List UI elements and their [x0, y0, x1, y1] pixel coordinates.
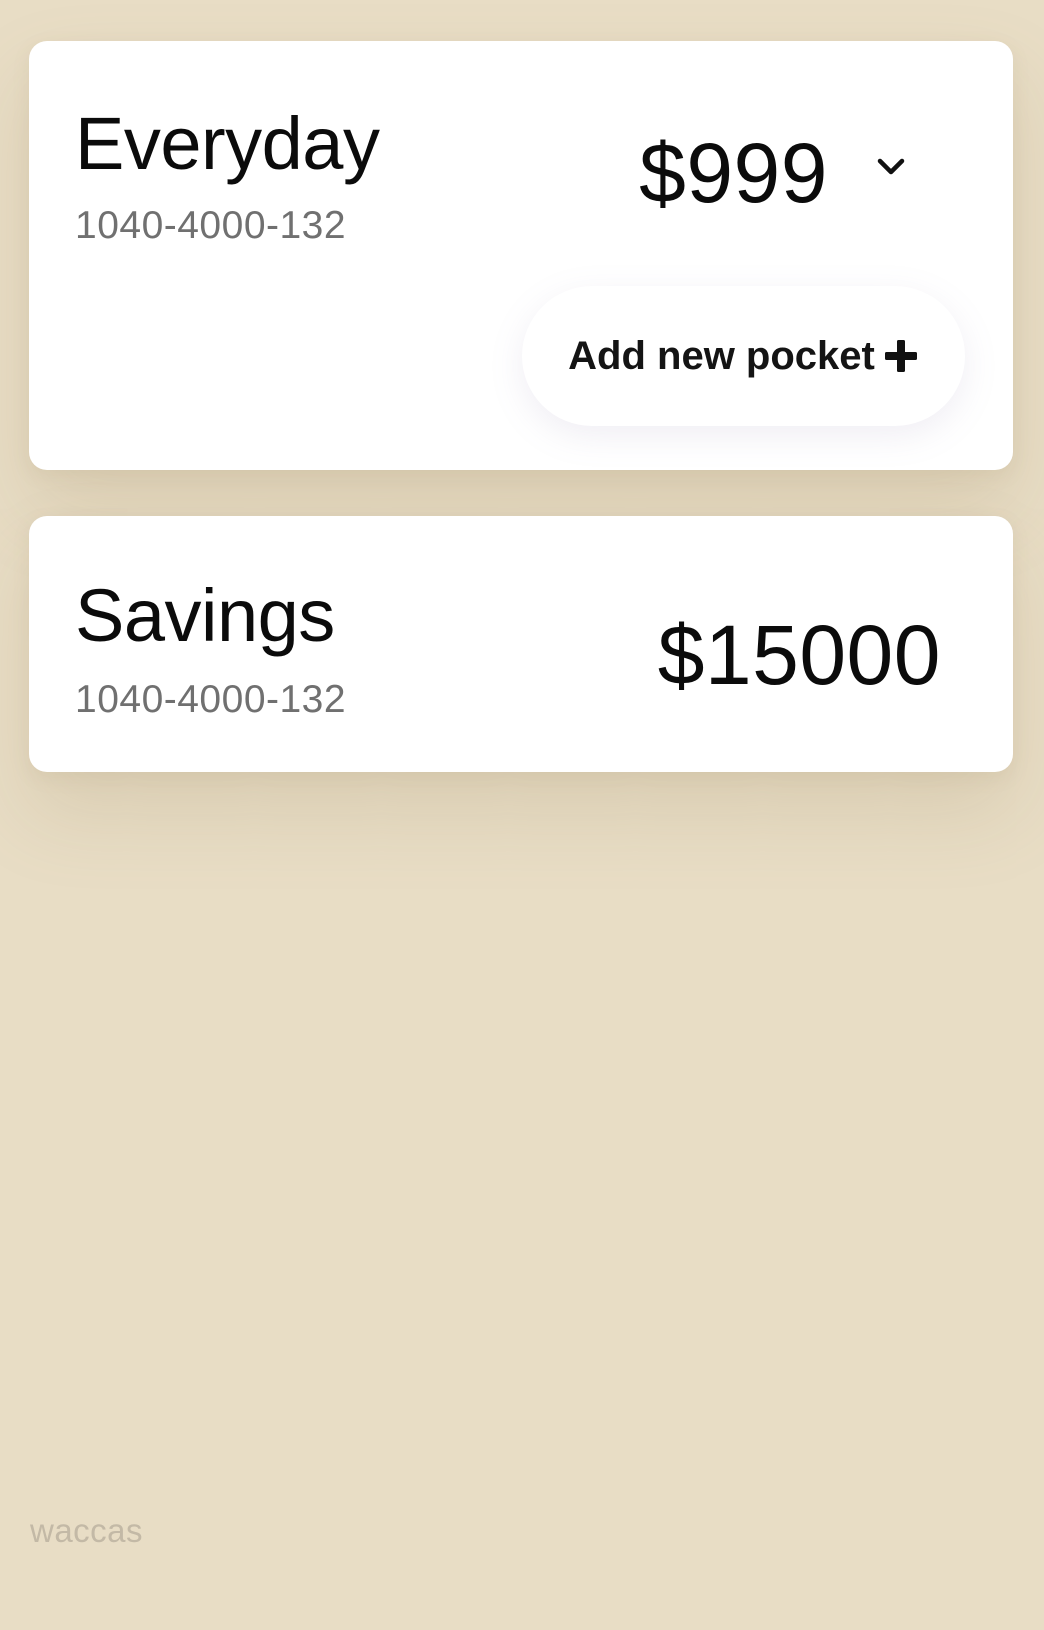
- chevron-down-icon[interactable]: [873, 149, 909, 185]
- account-name: Savings: [75, 574, 335, 657]
- add-new-pocket-label: Add new pocket: [568, 333, 875, 378]
- account-card-everyday[interactable]: Everyday 1040-4000-132 $999 Add new pock…: [29, 41, 1013, 470]
- plus-icon: [884, 340, 917, 372]
- account-card-savings[interactable]: Savings 1040-4000-132 $15000: [29, 516, 1013, 772]
- account-balance: $999: [639, 126, 828, 220]
- account-balance: $15000: [657, 608, 941, 702]
- watermark-logo: waccas: [30, 1512, 144, 1549]
- account-number: 1040-4000-132: [75, 204, 347, 247]
- add-new-pocket-button[interactable]: Add new pocket: [522, 286, 965, 426]
- account-name: Everyday: [75, 102, 380, 185]
- account-number: 1040-4000-132: [75, 678, 347, 721]
